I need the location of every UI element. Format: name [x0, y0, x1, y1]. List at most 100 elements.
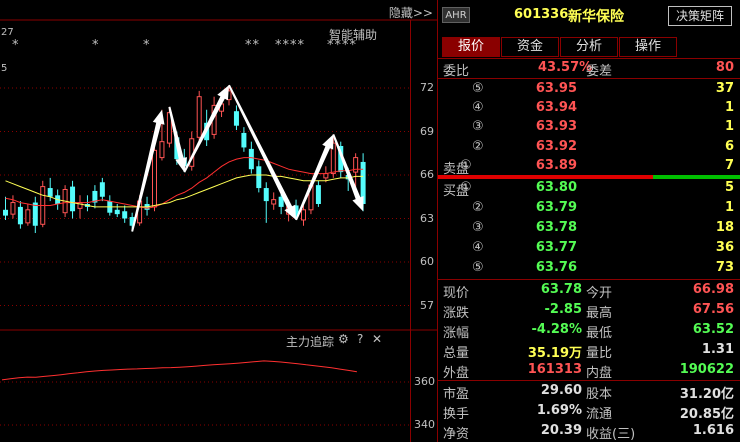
- stat-label: 总量: [443, 346, 470, 361]
- sell-level-volume: 7: [724, 157, 734, 173]
- buy-level-row[interactable]: 买盘 ① 63.80 5: [438, 178, 740, 199]
- price-tick-label: 69: [420, 124, 434, 138]
- buy-level-volume: 73: [715, 260, 734, 275]
- tab-operate[interactable]: 操作: [619, 37, 677, 57]
- candle-body-up: [301, 209, 306, 221]
- sell-level-price: 63.94: [535, 100, 577, 116]
- candle-body-up: [25, 209, 31, 224]
- buy-level-volume: 1: [724, 200, 734, 215]
- financial-stat-row: 市盈 29.60 股本 31.20亿: [438, 381, 740, 402]
- indicator-axis-label: 360: [414, 375, 435, 388]
- sell-level-index: ③: [472, 119, 484, 135]
- stat-label: 最低: [586, 326, 613, 341]
- candle-body-down: [233, 111, 239, 126]
- stat-label: 今开: [586, 286, 613, 301]
- sell-level-price: 63.93: [535, 119, 577, 135]
- buy-level-row[interactable]: ⑤ 63.76 73: [438, 258, 740, 278]
- stat-label: 净资: [443, 427, 470, 442]
- quote-tabs: 报价 资金 分析 操作: [442, 37, 678, 57]
- buy-level-index: ①: [460, 180, 472, 195]
- stat-label: 现价: [443, 286, 470, 301]
- kline-chart[interactable]: [0, 0, 437, 442]
- help-icon[interactable]: ?: [357, 332, 363, 346]
- stat-label: 股本: [586, 387, 613, 402]
- tab-analysis[interactable]: 分析: [560, 37, 618, 57]
- candle-body-down: [114, 209, 120, 215]
- buy-level-price: 63.77: [535, 240, 577, 255]
- tab-quote[interactable]: 报价: [442, 37, 500, 57]
- sell-level-volume: 1: [724, 100, 734, 116]
- buy-level-index: ③: [472, 220, 484, 235]
- buy-level-price: 63.79: [535, 200, 577, 215]
- quote-panel: AHR 601336 新华保险 决策矩阵 报价 资金 分析 操作 委比 43.5…: [437, 0, 740, 442]
- order-diff-value: 80: [715, 60, 734, 75]
- stat-value: 1.616: [692, 423, 734, 438]
- buy-level-index: ⑤: [472, 260, 484, 275]
- sell-level-price: 63.95: [535, 81, 577, 96]
- stat-label: 流通: [586, 407, 613, 422]
- candle-body-up: [159, 141, 165, 159]
- quote-stat-row: 总量 35.19万 量比 1.31: [438, 340, 740, 361]
- stat-value: 20.85亿: [679, 407, 734, 422]
- decision-matrix-button[interactable]: 决策矩阵: [668, 6, 732, 26]
- quote-stat-row: 外盘 161313 内盘 190622: [438, 360, 740, 381]
- candle-body-down: [70, 186, 76, 212]
- sell-level-index: ②: [472, 138, 484, 154]
- sell-level-row[interactable]: ② 63.92 6: [438, 137, 740, 157]
- sell-level-price: 63.89: [535, 157, 577, 173]
- sell-level-volume: 37: [715, 81, 734, 96]
- candle-body-up: [152, 149, 157, 208]
- buy-level-row[interactable]: ② 63.79 1: [438, 198, 740, 218]
- trend-arrow: [332, 134, 364, 212]
- sell-level-row[interactable]: ④ 63.94 1: [438, 98, 740, 118]
- order-ratio-label: 委比: [443, 64, 470, 79]
- tab-funds[interactable]: 资金: [501, 37, 559, 57]
- buy-level-row[interactable]: ③ 63.78 18: [438, 218, 740, 238]
- buy-level-row[interactable]: ④ 63.77 36: [438, 238, 740, 258]
- stat-value: 1.69%: [536, 403, 582, 418]
- kline-chart-panel[interactable]: 隐藏>> 27 5 智能辅助 * * * ** **** **** 72 69 66 63 60 5…: [0, 0, 437, 442]
- sell-level-row[interactable]: ⑤ 63.95 37: [438, 79, 740, 99]
- buy-level-volume: 18: [715, 220, 734, 235]
- signal-star: *: [92, 38, 100, 53]
- partial-axis-label: 5: [1, 63, 8, 74]
- candle-body-up: [271, 199, 277, 205]
- sell-level-index: ④: [472, 100, 484, 116]
- candle-body-down: [256, 166, 262, 189]
- stat-value: 1.31: [701, 342, 734, 357]
- stat-label: 收益(三): [586, 427, 636, 442]
- gear-icon[interactable]: ⚙: [338, 332, 349, 346]
- signal-star: *: [12, 38, 20, 53]
- candle-body-down: [315, 185, 321, 204]
- indicator-axis-label: 340: [414, 418, 435, 431]
- stat-value: 35.19万: [527, 346, 582, 361]
- stat-label: 最高: [586, 306, 613, 321]
- candle-body-down: [122, 211, 128, 219]
- buy-level-index: ④: [472, 240, 484, 255]
- price-tick-label: 63: [420, 211, 434, 225]
- sell-level-volume: 6: [724, 138, 734, 154]
- price-tick-label: 57: [420, 298, 434, 312]
- sell-level-row[interactable]: 卖盘 ① 63.89 7: [438, 156, 740, 177]
- stat-value: 63.52: [692, 322, 734, 337]
- stat-value: -2.85: [544, 302, 582, 317]
- stat-value: -4.28%: [531, 322, 583, 337]
- candle-body-up: [196, 96, 202, 138]
- trend-arrow: [131, 109, 165, 232]
- trend-arrow: [183, 85, 229, 173]
- buy-level-price: 63.80: [535, 180, 577, 195]
- indicator-line: [1, 360, 357, 381]
- buy-level-volume: 5: [724, 180, 734, 195]
- candle-body-down: [3, 209, 8, 216]
- sell-level-row[interactable]: ③ 63.93 1: [438, 117, 740, 137]
- hide-panel-button[interactable]: 隐藏>>: [389, 4, 433, 21]
- close-icon[interactable]: ✕: [372, 332, 382, 346]
- signal-star: ****: [275, 38, 305, 53]
- ahr-badge[interactable]: AHR: [442, 7, 470, 23]
- price-tick-label: 60: [420, 255, 434, 268]
- candle-body-down: [241, 132, 247, 148]
- order-diff-label: 委差: [586, 64, 613, 79]
- quote-stat-row: 涨跌 -2.85 最高 67.56: [438, 300, 740, 321]
- stat-value: 29.60: [540, 383, 582, 398]
- signal-star: *: [143, 38, 151, 53]
